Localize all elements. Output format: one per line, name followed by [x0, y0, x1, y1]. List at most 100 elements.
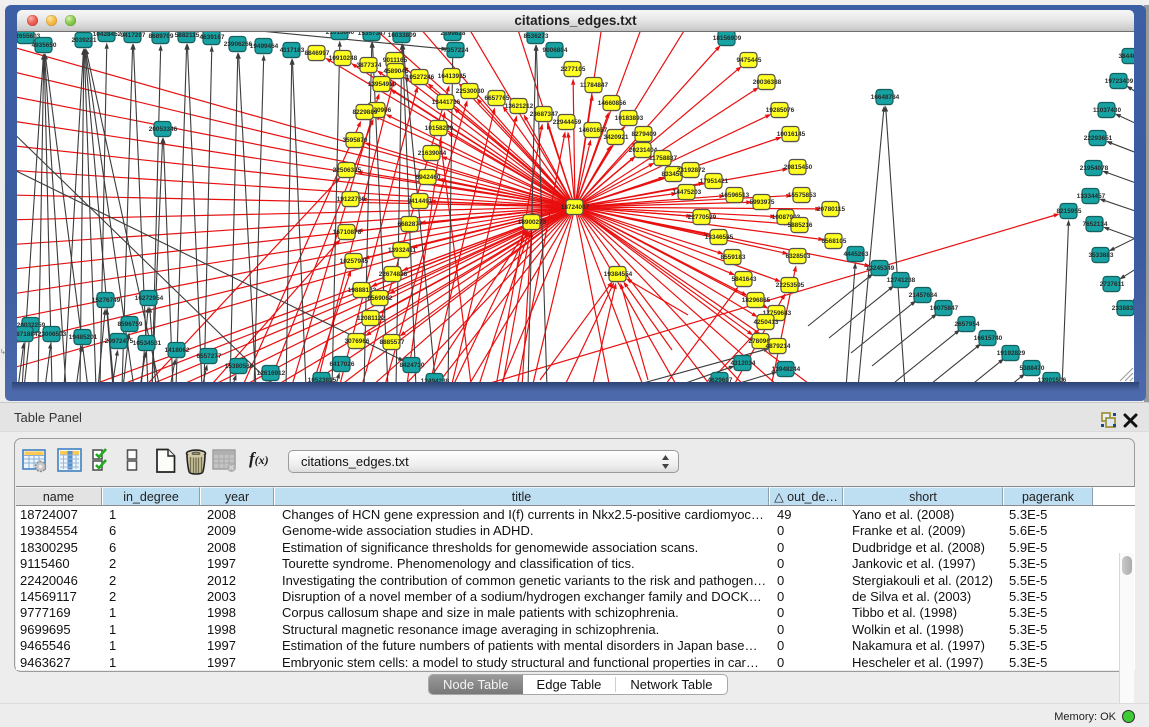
- svg-text:22506335: 22506335: [333, 167, 362, 174]
- svg-text:13932411: 13932411: [388, 247, 417, 254]
- svg-text:22770529: 22770529: [688, 214, 717, 221]
- svg-text:6682877: 6682877: [398, 221, 423, 228]
- svg-text:5388470: 5388470: [1020, 365, 1045, 372]
- svg-text:10428452: 10428452: [93, 32, 122, 38]
- svg-text:20053346: 20053346: [149, 126, 178, 133]
- svg-text:8229889: 8229889: [353, 109, 378, 116]
- svg-text:10158289: 10158289: [425, 125, 454, 132]
- svg-text:10075847: 10075847: [930, 305, 959, 312]
- svg-text:4117183: 4117183: [280, 47, 305, 54]
- svg-text:8559183: 8559183: [721, 254, 746, 261]
- svg-text:13441736: 13441736: [432, 99, 461, 106]
- svg-text:11037430: 11037430: [1093, 107, 1122, 114]
- svg-text:19285076: 19285076: [766, 107, 795, 114]
- svg-text:23388315: 23388315: [1112, 305, 1134, 312]
- svg-text:16710878: 16710878: [333, 229, 362, 236]
- svg-text:8536273: 8536273: [524, 33, 549, 40]
- svg-text:21013640: 21013640: [326, 32, 355, 36]
- svg-text:22944459: 22944459: [553, 119, 582, 126]
- svg-text:20815450: 20815450: [784, 164, 813, 171]
- svg-text:8279409: 8279409: [632, 131, 657, 138]
- svg-text:18156909: 18156909: [713, 35, 742, 42]
- svg-text:3595870: 3595870: [343, 137, 368, 144]
- svg-text:19499464: 19499464: [250, 43, 279, 50]
- svg-text:5993975: 5993975: [750, 199, 775, 206]
- svg-text:19485201: 19485201: [69, 334, 98, 341]
- svg-text:18724007: 18724007: [561, 204, 590, 211]
- svg-text:12616912: 12616912: [257, 370, 286, 377]
- svg-text:16272954: 16272954: [135, 295, 164, 302]
- svg-text:15276749: 15276749: [92, 297, 121, 304]
- svg-text:9414491: 9414491: [408, 198, 433, 205]
- svg-text:15575853: 15575853: [788, 192, 817, 199]
- svg-text:4445263: 4445263: [844, 251, 869, 258]
- svg-text:22253595: 22253595: [776, 282, 805, 289]
- svg-text:1418062: 1418062: [165, 347, 190, 354]
- svg-text:22674828: 22674828: [379, 271, 408, 278]
- svg-text:23006503: 23006503: [38, 331, 67, 338]
- svg-text:4250413: 4250413: [754, 319, 779, 326]
- svg-text:5885216: 5885216: [788, 222, 813, 229]
- svg-text:3877374: 3877374: [357, 62, 382, 69]
- svg-text:8885577: 8885577: [380, 339, 405, 346]
- svg-text:6942460: 6942460: [416, 174, 441, 181]
- svg-text:16413925: 16413925: [438, 73, 467, 80]
- svg-text:16033809: 16033809: [388, 32, 417, 39]
- svg-text:6657765: 6657765: [485, 95, 510, 102]
- svg-text:4879214: 4879214: [766, 343, 791, 350]
- svg-text:17951421: 17951421: [700, 178, 729, 185]
- svg-text:16596513: 16596513: [721, 192, 750, 199]
- svg-text:3420921: 3420921: [604, 134, 629, 141]
- svg-text:13954919: 13954919: [368, 81, 397, 88]
- svg-text:16648784: 16648784: [871, 94, 900, 101]
- svg-text:10016145: 10016145: [777, 131, 806, 138]
- svg-text:10257945: 10257945: [340, 258, 369, 265]
- svg-text:3076966: 3076966: [345, 338, 370, 345]
- svg-text:10527246: 10527246: [406, 74, 435, 81]
- svg-text:3533883: 3533883: [1089, 252, 1114, 259]
- svg-text:22530030: 22530030: [456, 88, 485, 95]
- svg-text:21954078: 21954078: [1080, 165, 1109, 172]
- svg-text:8569062: 8569062: [368, 295, 393, 302]
- svg-text:10910248: 10910248: [329, 55, 358, 62]
- svg-text:11758837: 11758837: [649, 155, 678, 162]
- svg-text:14475203: 14475203: [673, 189, 702, 196]
- svg-text:9475445: 9475445: [737, 57, 762, 64]
- svg-text:13245349: 13245349: [866, 265, 895, 272]
- svg-text:2657954: 2657954: [955, 321, 980, 328]
- svg-text:8424730: 8424730: [400, 362, 425, 369]
- svg-text:18296865: 18296865: [742, 297, 771, 304]
- svg-text:2277105: 2277105: [561, 66, 586, 73]
- svg-text:6417026: 6417026: [330, 361, 355, 368]
- svg-text:14660856: 14660856: [598, 100, 627, 107]
- svg-text:7871884: 7871884: [17, 331, 38, 338]
- svg-text:7357224: 7357224: [444, 47, 469, 54]
- svg-text:21457684: 21457684: [909, 292, 938, 299]
- svg-text:8846997: 8846997: [305, 50, 330, 57]
- svg-text:2737611: 2737611: [1100, 281, 1125, 288]
- svg-text:6568105: 6568105: [822, 238, 847, 245]
- svg-text:20036388: 20036388: [753, 79, 782, 86]
- svg-text:23687347: 23687347: [530, 111, 559, 118]
- svg-text:4312034: 4312034: [731, 360, 756, 367]
- svg-text:6557277: 6557277: [197, 353, 222, 360]
- svg-text:20780115: 20780115: [817, 206, 846, 213]
- svg-text:8596759: 8596759: [118, 321, 143, 328]
- svg-text:4935650: 4935650: [32, 42, 57, 49]
- svg-text:2199828: 2199828: [441, 32, 466, 37]
- svg-text:10534531: 10534531: [133, 340, 162, 347]
- svg-text:8689709: 8689709: [149, 33, 174, 40]
- svg-text:6328503: 6328503: [786, 253, 811, 260]
- svg-text:20231404: 20231404: [629, 147, 658, 154]
- svg-text:9006804: 9006804: [543, 47, 568, 54]
- svg-text:11784847: 11784847: [580, 82, 609, 89]
- svg-text:7652134: 7652134: [1083, 221, 1108, 228]
- svg-text:15380586: 15380586: [225, 363, 254, 370]
- svg-text:23192872: 23192872: [677, 167, 706, 174]
- svg-text:20972475: 20972475: [105, 338, 134, 345]
- svg-text:19192829: 19192829: [997, 350, 1026, 357]
- svg-text:19122760: 19122760: [337, 196, 366, 203]
- svg-text:12081122: 12081122: [357, 315, 386, 322]
- svg-text:8215955: 8215955: [1057, 208, 1082, 215]
- svg-text:14601657: 14601657: [579, 127, 608, 134]
